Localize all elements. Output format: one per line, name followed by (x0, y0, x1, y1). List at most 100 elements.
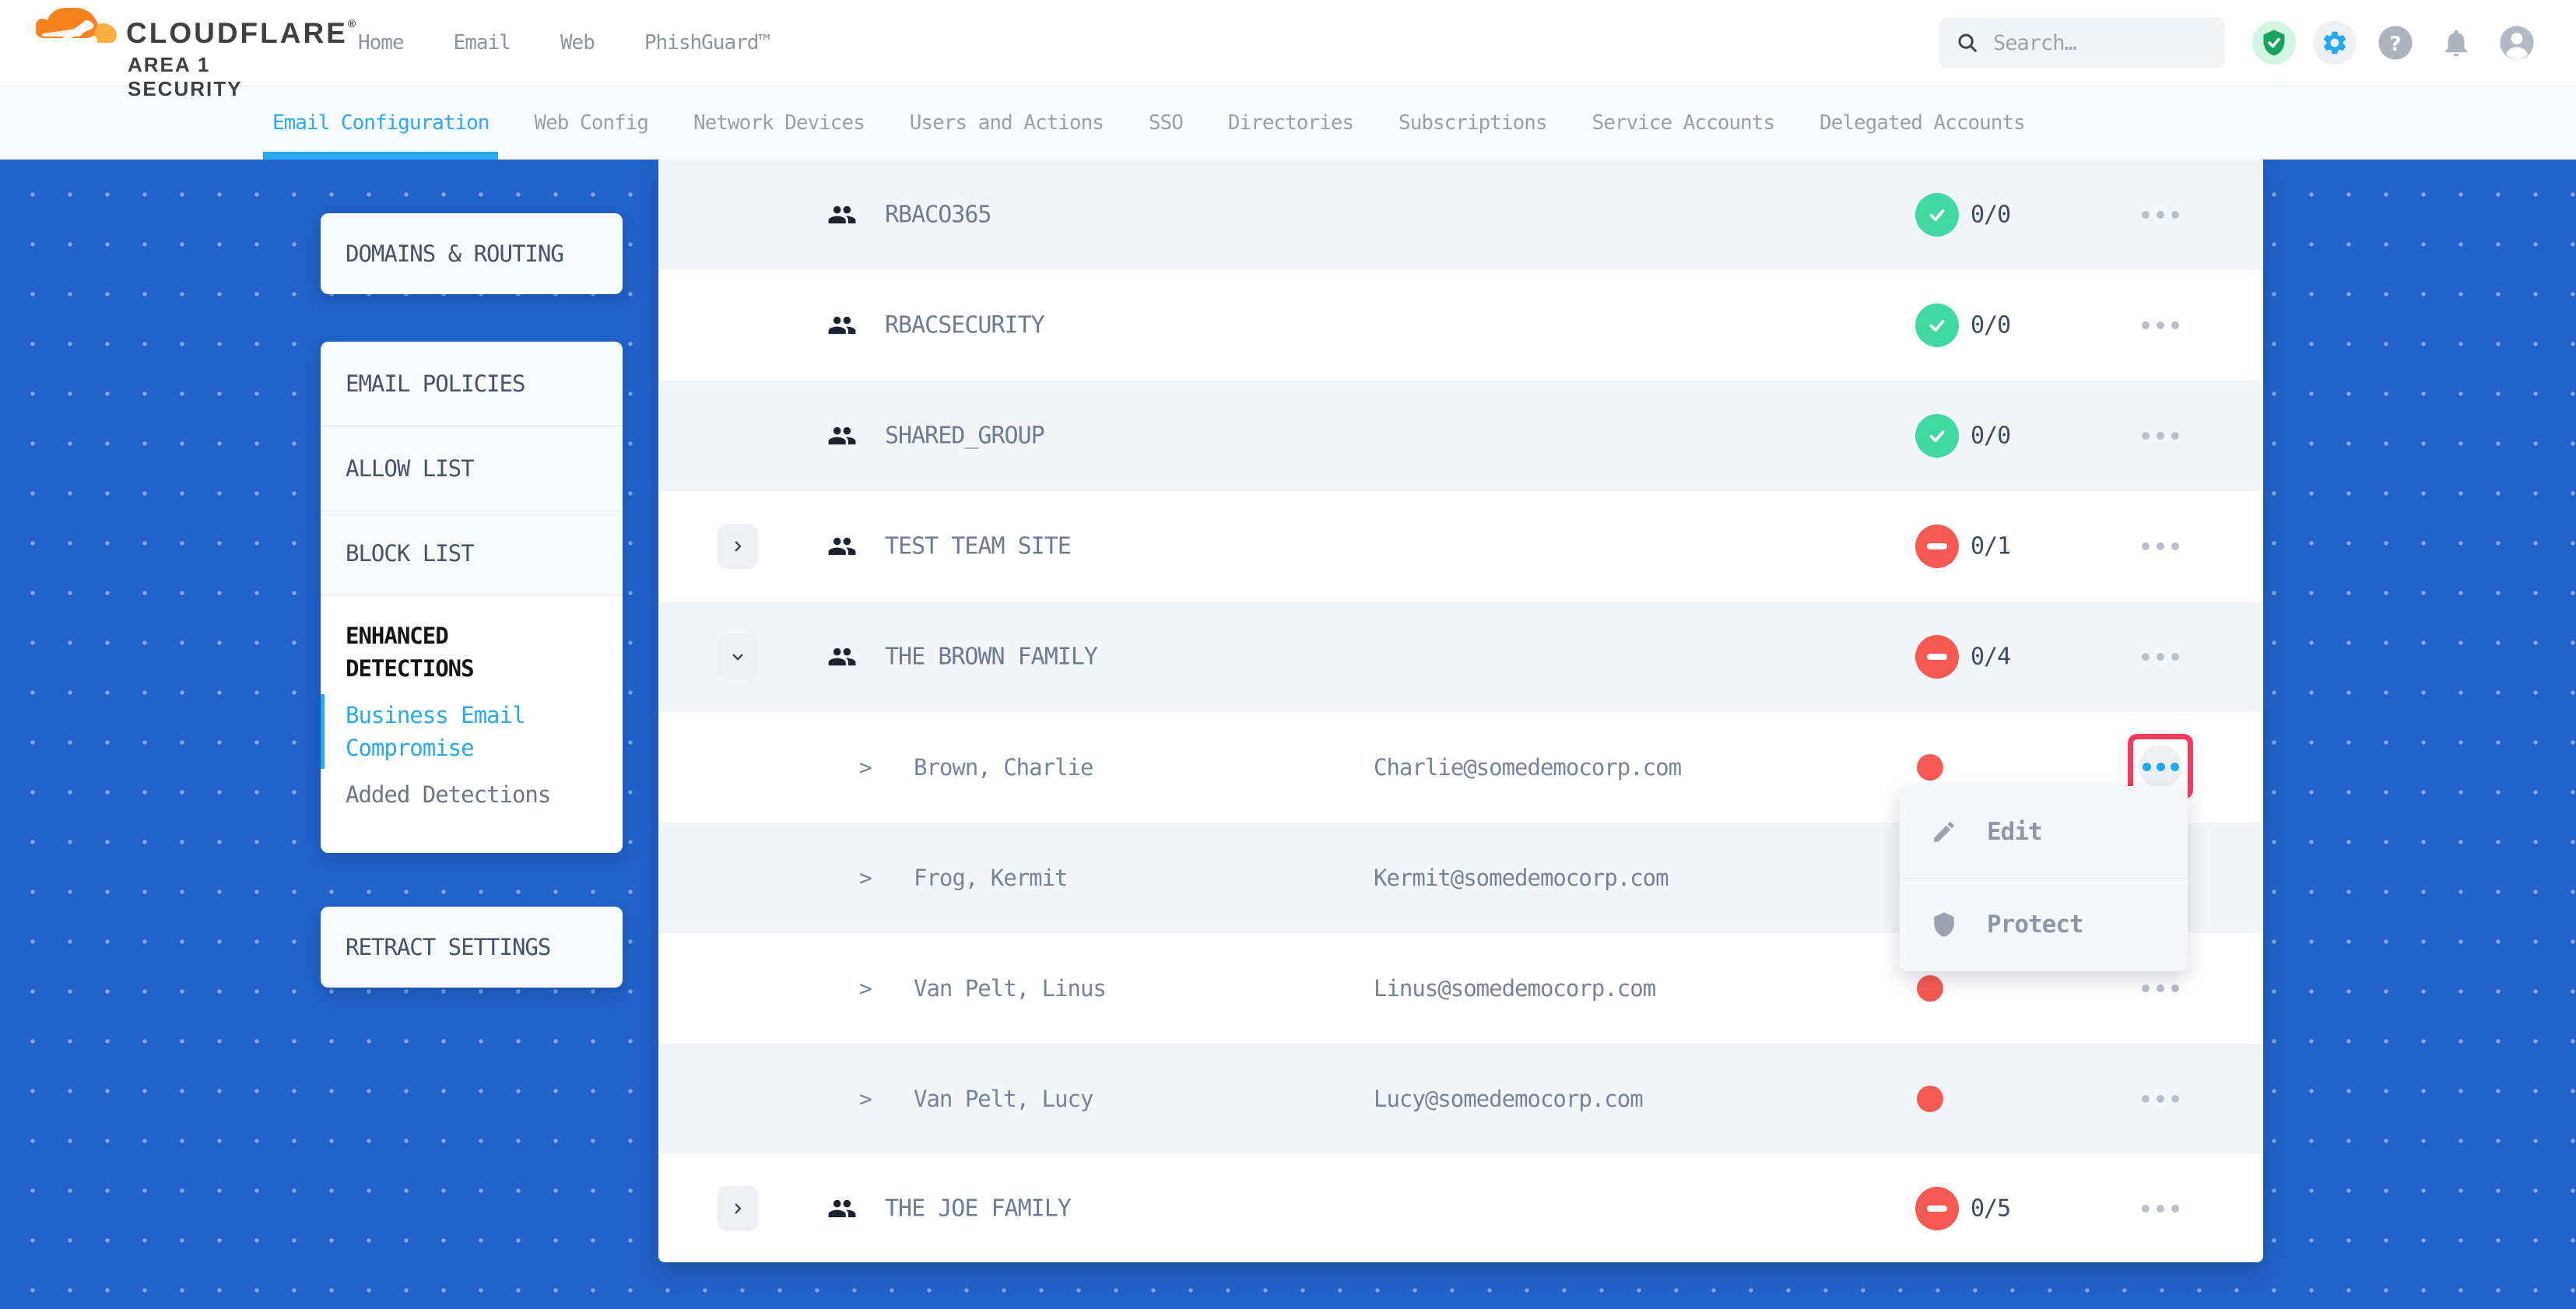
group-people-icon (827, 532, 857, 561)
row-actions-menu: Edit Protect (1900, 786, 2188, 971)
menu-item-protect[interactable]: Protect (1900, 878, 2188, 970)
sidebar-item-block-list[interactable]: BLOCK LIST (321, 511, 623, 596)
sidebar-item-domains-routing[interactable]: DOMAINS & ROUTING (321, 213, 623, 294)
nav-phishguard[interactable]: PhishGuard™ (644, 31, 770, 54)
group-name: THE JOE FAMILY (885, 1195, 1071, 1222)
tab-users-and-actions[interactable]: Users and Actions (910, 86, 1104, 160)
domains-routing-label: DOMAINS & ROUTING (321, 240, 563, 267)
row-actions-button[interactable] (2142, 653, 2179, 661)
tab-directories[interactable]: Directories (1228, 86, 1353, 160)
config-tabs-bar: Email Configuration Web Config Network D… (0, 86, 2576, 160)
group-name: RBACSECURITY (885, 312, 1044, 339)
protected-count: 0/0 (1971, 312, 2010, 339)
search-icon (1956, 31, 1979, 54)
member-email: Linus@somedemocorp.com (1374, 975, 1655, 1002)
group-people-icon (827, 1194, 857, 1223)
tab-delegated-accounts[interactable]: Delegated Accounts (1820, 86, 2025, 160)
status-red-dot (1917, 754, 1943, 781)
sidebar-policies-card: EMAIL POLICIES ALLOW LIST BLOCK LIST ENH… (321, 342, 623, 853)
pencil-icon (1931, 819, 1957, 845)
table-row: THE BROWN FAMILY 0/4 (658, 602, 2263, 712)
status-check-badge (1915, 193, 1959, 237)
sidebar-item-added-detections[interactable]: Added Detections (321, 781, 623, 808)
search-input[interactable] (1992, 30, 2205, 56)
member-arrow: > (859, 865, 872, 891)
cloudflare-cloud-icon (36, 6, 117, 50)
expand-row-button[interactable] (718, 1186, 758, 1231)
protected-count: 0/4 (1971, 644, 2010, 671)
group-name: RBACO365 (885, 202, 991, 229)
tab-network-devices[interactable]: Network Devices (693, 86, 865, 160)
chevron-right-icon (731, 539, 745, 553)
top-nav: Home Email Web PhishGuard™ (358, 0, 770, 86)
table-row: RBACO365 0/0 (658, 160, 2263, 270)
group-people-icon (827, 311, 857, 340)
protected-count: 0/1 (1971, 533, 2010, 560)
sidebar-item-business-email-compromise[interactable]: Business Email Compromise (321, 699, 563, 764)
account-icon[interactable] (2495, 21, 2539, 65)
menu-protect-label: Protect (1987, 911, 2083, 939)
status-minus-badge (1915, 635, 1959, 679)
expand-row-button[interactable] (718, 524, 758, 569)
cloudflare-logo[interactable]: CLOUDFLARE® AREA 1 SECURITY (36, 5, 316, 81)
row-actions-button[interactable] (2142, 984, 2179, 992)
nav-web[interactable]: Web (560, 31, 595, 54)
member-name: Brown, Charlie (914, 754, 1093, 781)
protected-count: 0/0 (1971, 202, 2010, 229)
row-actions-button[interactable] (2142, 1205, 2179, 1212)
brand-subtitle: AREA 1 SECURITY (128, 53, 316, 101)
help-icon[interactable]: ? (2374, 21, 2417, 65)
chevron-down-icon (731, 650, 745, 664)
status-check-badge (1915, 304, 1959, 347)
nav-home[interactable]: Home (358, 31, 404, 54)
tab-sso[interactable]: SSO (1149, 86, 1183, 160)
notifications-bell-icon[interactable] (2434, 21, 2478, 65)
sidebar-item-email-policies[interactable]: EMAIL POLICIES (321, 342, 623, 426)
status-check-badge (1915, 414, 1959, 458)
status-minus-badge (1915, 1187, 1959, 1230)
table-row: SHARED_GROUP 0/0 (658, 381, 2263, 491)
settings-gear-icon[interactable] (2313, 21, 2357, 65)
shield-icon (1931, 911, 1957, 938)
enhanced-detections-section: ENHANCED DETECTIONS Business Email Compr… (321, 596, 623, 853)
groups-table-panel: RBACO365 0/0 RBACSECURITY 0/0 SHARED_GRO… (658, 160, 2263, 1262)
tab-web-config[interactable]: Web Config (534, 86, 648, 160)
group-people-icon (827, 200, 857, 230)
protected-count: 0/0 (1971, 423, 2010, 450)
row-actions-button[interactable] (2142, 1095, 2179, 1103)
chevron-right-icon (731, 1202, 745, 1216)
tab-subscriptions[interactable]: Subscriptions (1399, 86, 1547, 160)
brand-name: CLOUDFLARE® (126, 17, 358, 50)
nav-email[interactable]: Email (454, 31, 511, 54)
block-list-label: BLOCK LIST (321, 540, 474, 567)
group-name: THE BROWN FAMILY (885, 644, 1097, 671)
enhanced-detections-label: ENHANCED DETECTIONS (321, 596, 563, 685)
menu-item-edit[interactable]: Edit (1900, 786, 2188, 878)
search-box[interactable] (1939, 18, 2225, 68)
retract-settings-label: RETRACT SETTINGS (321, 934, 550, 960)
member-arrow: > (859, 1086, 872, 1112)
table-row: TEST TEAM SITE 0/1 (658, 491, 2263, 602)
sidebar-item-allow-list[interactable]: ALLOW LIST (321, 426, 623, 511)
status-red-dot (1917, 975, 1943, 1002)
svg-text:?: ? (2389, 33, 2401, 56)
row-actions-button[interactable] (2142, 321, 2179, 329)
table-row: THE JOE FAMILY 0/5 (658, 1154, 2263, 1262)
member-name: Van Pelt, Lucy (914, 1086, 1093, 1112)
menu-edit-label: Edit (1987, 818, 2042, 846)
collapse-row-button[interactable] (718, 634, 758, 679)
table-row: RBACSECURITY 0/0 (658, 270, 2263, 381)
shield-check-icon[interactable] (2252, 21, 2296, 65)
tab-service-accounts[interactable]: Service Accounts (1592, 86, 1774, 160)
registered-mark: ® (348, 17, 358, 30)
status-red-dot (1917, 1086, 1943, 1112)
sidebar-item-retract-settings[interactable]: RETRACT SETTINGS (321, 907, 623, 988)
allow-list-label: ALLOW LIST (321, 455, 474, 482)
row-actions-button[interactable] (2142, 211, 2179, 219)
email-policies-label: EMAIL POLICIES (321, 370, 525, 397)
row-actions-button[interactable] (2142, 432, 2179, 440)
row-actions-button[interactable] (2142, 542, 2179, 550)
group-name: TEST TEAM SITE (885, 533, 1071, 560)
protected-count: 0/5 (1971, 1195, 2010, 1222)
group-people-icon (827, 642, 857, 672)
